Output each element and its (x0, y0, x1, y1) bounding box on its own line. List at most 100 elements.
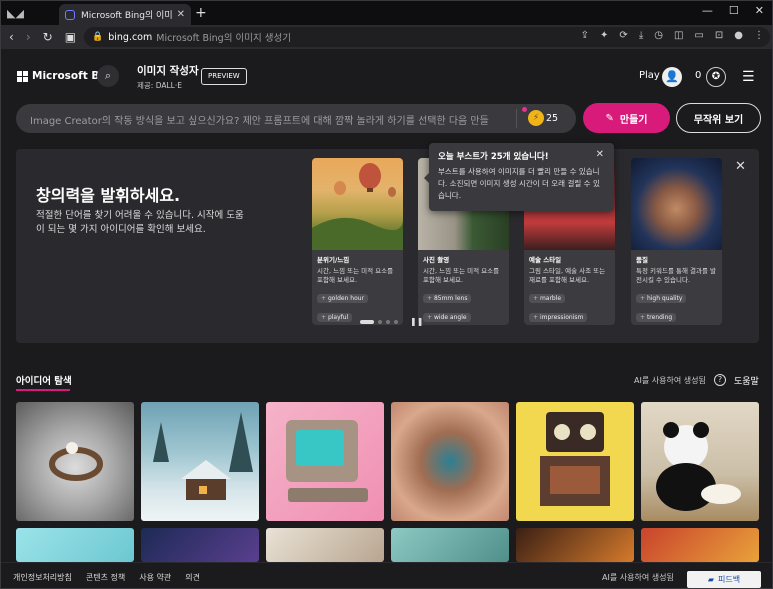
gallery-image-eye[interactable] (391, 402, 509, 521)
gallery-image-ring[interactable] (16, 402, 134, 521)
idea-card-quality[interactable]: 품질 특정 키워드를 통해 결과를 발전시킬 수 있습니다. high qual… (631, 158, 722, 325)
chip[interactable]: 85mm lens (423, 294, 472, 303)
url-path: Microsoft Bing의 이미지 생성기 (156, 33, 291, 44)
lock-icon: 🔒 (92, 32, 104, 42)
history-icon[interactable]: ◷ (654, 30, 663, 41)
content-policy-link[interactable]: 콘텐츠 정책 (86, 572, 125, 583)
card-title: 품질 (636, 256, 648, 264)
back-icon[interactable]: ‹ (9, 30, 14, 44)
browser-tab[interactable]: Microsoft Bing의 이미지 생성 ✕ (59, 4, 191, 25)
computer-illustration (286, 420, 368, 502)
surprise-button[interactable]: 무작위 보기 (676, 103, 761, 133)
chip[interactable]: trending (636, 313, 677, 322)
ai-generated-note: AI를 사용하여 생성됨 (634, 376, 706, 385)
create-label: 만들기 (619, 114, 648, 126)
product-title: 이미지 작성자 제공: DALL·E (137, 63, 199, 91)
search-icon[interactable]: ⌕ (97, 65, 119, 87)
help-icon[interactable]: ? (714, 374, 726, 386)
gallery-image-cabin[interactable] (141, 402, 259, 521)
preview-badge: PREVIEW (201, 68, 247, 85)
extension-icon[interactable]: ✦ (600, 30, 608, 41)
url-field[interactable]: 🔒 bing.com Microsoft Bing의 이미지 생성기 ⇪ ✦ ⟳… (84, 27, 770, 47)
chip[interactable]: marble (529, 294, 566, 303)
rewards-count[interactable]: 0 (695, 70, 701, 81)
create-icon: ✎ (605, 112, 614, 124)
window-controls: — ☐ ✕ (702, 4, 764, 17)
hero-desc: 적절한 단어를 찾기 어려울 수 있습니다. 시작에 도움이 되는 몇 가지 아… (36, 210, 244, 235)
tab-title: Microsoft Bing의 이미지 생성 (81, 11, 173, 21)
play-link[interactable]: Play (639, 70, 660, 81)
window-menu-icon[interactable]: ◣◢ (7, 7, 37, 21)
portrait-image (631, 158, 722, 250)
chip[interactable]: impressionism (529, 313, 588, 322)
refresh-icon[interactable]: ⟳ (619, 30, 627, 41)
share-icon[interactable]: ⇪ (581, 30, 589, 41)
panda-illustration (656, 422, 741, 511)
ring-illustration (49, 442, 103, 481)
feedback-link[interactable]: 의견 (185, 572, 200, 583)
reader-icon[interactable]: ▣ (65, 30, 76, 44)
gallery-image-row2-2[interactable] (141, 528, 259, 562)
gallery-image-panda[interactable] (641, 402, 759, 521)
explore-title[interactable]: 아이디어 탐색 (16, 373, 72, 387)
balloon-illustration (312, 163, 403, 250)
download-icon[interactable]: ⤓ (639, 30, 643, 41)
maximize-icon[interactable]: ☐ (729, 4, 739, 17)
close-window-icon[interactable]: ✕ (755, 4, 764, 17)
rewards-icon[interactable]: ✪ (706, 67, 726, 87)
gallery-image-row2-6[interactable] (641, 528, 759, 562)
idea-card-mood[interactable]: 분위기/느낌 시간, 느낌 또는 미적 요소를 포함해 보세요. golden … (312, 158, 403, 325)
help-link[interactable]: 도움말 (734, 374, 759, 387)
screenshot-icon[interactable]: ⊡ (715, 30, 723, 41)
bing-header: Microsoft Bing ⌕ 이미지 작성자 제공: DALL·E PREV… (1, 49, 772, 103)
profile-icon[interactable]: ● (734, 30, 743, 41)
product-name: 이미지 작성자 (137, 65, 199, 77)
gallery-image-row2-5[interactable] (516, 528, 634, 562)
prompt-placeholder[interactable]: Image Creator의 작동 방식을 보고 싶으신가요? 제안 프롬프트에… (30, 112, 506, 127)
sidebar-icon[interactable]: ◫ (674, 30, 683, 41)
reload-icon[interactable]: ↻ (43, 30, 53, 44)
chip[interactable]: high quality (636, 294, 687, 303)
boost-count: 25 (546, 113, 559, 124)
prompt-input[interactable]: Image Creator의 작동 방식을 보고 싶으신가요? 제안 프롬프트에… (16, 104, 576, 133)
minimize-icon[interactable]: — (702, 4, 713, 17)
gallery-image-row2-1[interactable] (16, 528, 134, 562)
feedback-button[interactable]: ▰ 피드백 (687, 571, 761, 588)
new-tab-button[interactable]: + (195, 5, 207, 21)
card-desc: 시간, 느낌 또는 미적 요소를 포함해 보세요. (423, 267, 500, 284)
carousel-dots[interactable] (360, 320, 398, 324)
card-title: 분위기/느낌 (317, 256, 350, 264)
camera-icon[interactable]: ▭ (694, 30, 703, 41)
forward-icon[interactable]: › (26, 30, 31, 44)
footer: 개인정보처리방침 콘텐츠 정책 사용 약관 의견 AI를 사용하여 생성됨 (1, 562, 772, 588)
card-title: 사진 촬영 (423, 256, 450, 264)
close-hero-icon[interactable]: ✕ (735, 159, 746, 174)
close-tab-icon[interactable]: ✕ (177, 9, 185, 20)
tab-strip: ◣◢ Microsoft Bing의 이미지 생성 ✕ + — ☐ ✕ (1, 1, 772, 25)
chip[interactable]: playful (317, 313, 353, 322)
pause-icon[interactable]: ❚❚ (410, 317, 423, 326)
gallery-image-row2-3[interactable] (266, 528, 384, 562)
terms-link[interactable]: 사용 약관 (139, 572, 171, 583)
gallery-image-robot[interactable] (516, 402, 634, 521)
privacy-link[interactable]: 개인정보처리방침 (13, 572, 72, 583)
settings-icon[interactable]: ⋮ (754, 30, 764, 41)
chip[interactable]: golden hour (317, 294, 369, 303)
gallery-image-computer[interactable] (266, 402, 384, 521)
hamburger-menu-icon[interactable]: ☰ (742, 69, 755, 85)
avatar[interactable]: 👤 (662, 67, 682, 87)
chip[interactable]: wide angle (423, 313, 471, 322)
gallery-image-row2-4[interactable] (391, 528, 509, 562)
product-sub: 제공: DALL·E (137, 81, 182, 90)
address-bar-row: ‹ › ↻ ▣ 🔒 bing.com Microsoft Bing의 이미지 생… (1, 25, 772, 49)
hero-title: 창의력을 발휘하세요. (36, 186, 181, 205)
card-desc: 그림 스타일, 예술 사조 또는 재료를 포함해 보세요. (529, 267, 606, 284)
boost-notification-dot (522, 107, 527, 112)
footer-ai-note: AI를 사용하여 생성됨 (602, 573, 674, 582)
card-desc: 시간, 느낌 또는 미적 요소를 포함해 보세요. (317, 267, 394, 284)
cabin-illustration (153, 412, 253, 500)
close-tooltip-icon[interactable]: ✕ (596, 149, 604, 160)
microsoft-logo-icon (17, 71, 28, 82)
boost-icon[interactable]: ⚡ (528, 110, 544, 126)
create-button[interactable]: ✎ 만들기 (583, 103, 670, 133)
